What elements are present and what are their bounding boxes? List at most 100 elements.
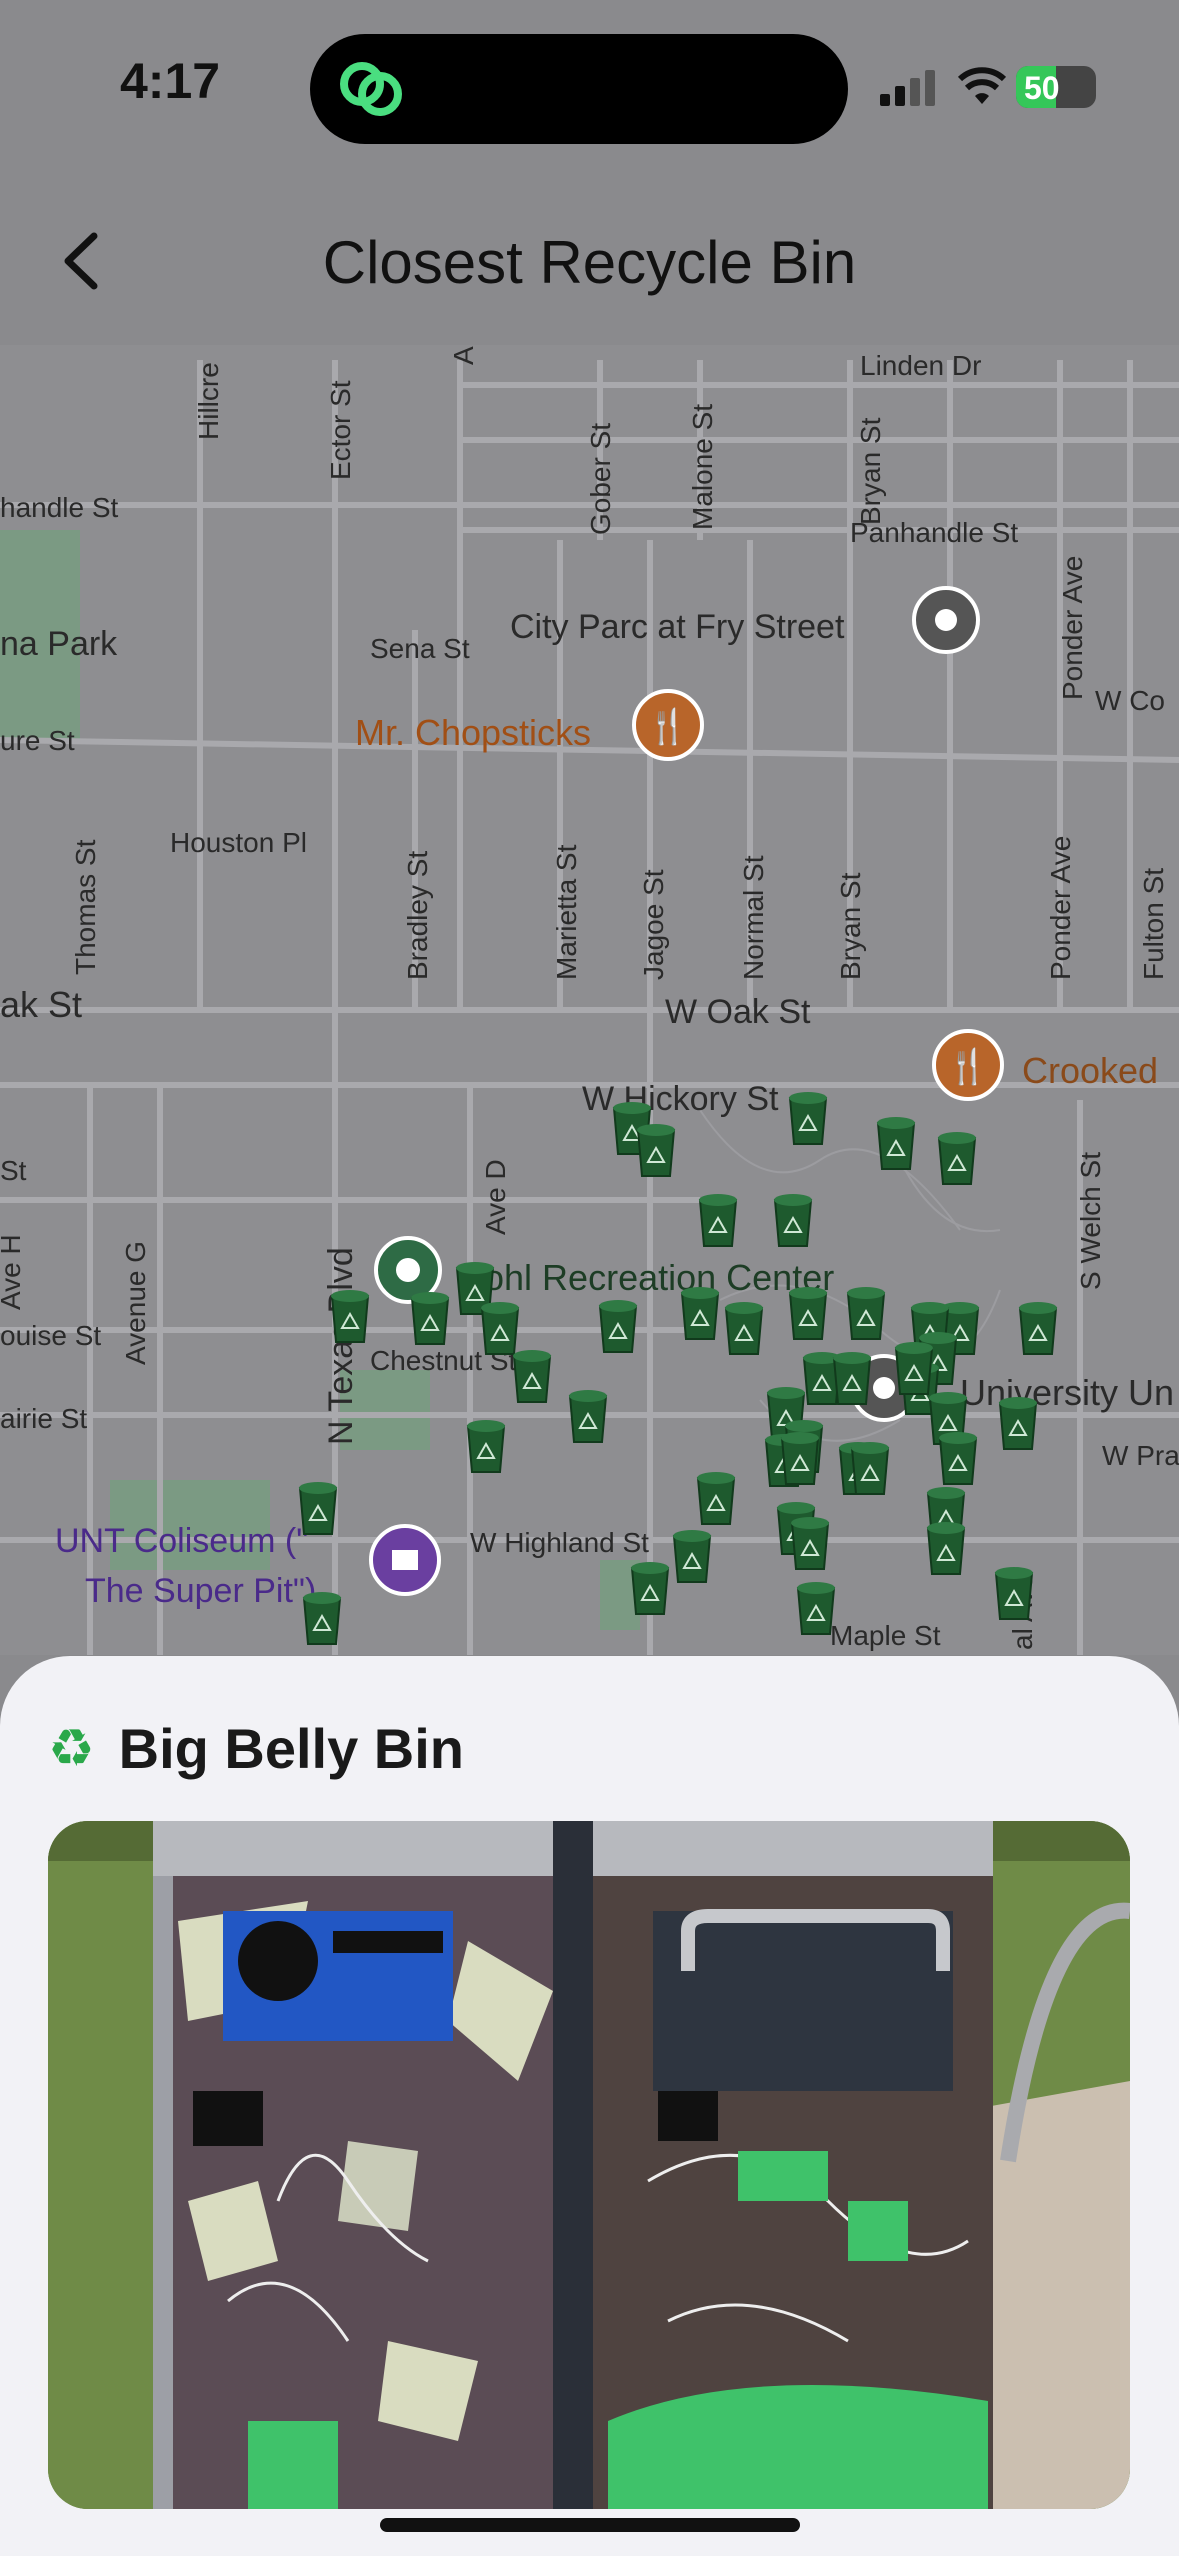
sheet-header: ♻ Big Belly Bin xyxy=(48,1716,464,1781)
street-label: Ponder Ave xyxy=(1045,836,1076,980)
recycle-bin-marker-icon[interactable] xyxy=(780,1432,820,1485)
page-title: Closest Recycle Bin xyxy=(322,229,857,296)
street-label: Bradley St xyxy=(402,851,433,980)
map-canvas: Linden Dr Hillcre Ector St A Gober St Ma… xyxy=(0,346,1179,1655)
svg-text:🍴: 🍴 xyxy=(647,707,689,747)
poi-label: Pohl Recreation Center xyxy=(460,1257,834,1298)
recycle-bin-marker-icon[interactable] xyxy=(1018,1302,1058,1355)
recycle-bin-marker-icon[interactable] xyxy=(998,1397,1038,1450)
poi-label: The Super Pit") xyxy=(85,1572,316,1610)
home-indicator[interactable] xyxy=(380,2518,800,2532)
street-label: ak St xyxy=(0,984,82,1025)
recycle-bin-marker-icon[interactable] xyxy=(298,1482,338,1535)
map-view[interactable]: Linden Dr Hillcre Ector St A Gober St Ma… xyxy=(0,345,1179,1655)
dynamic-island xyxy=(310,34,848,144)
status-bar: 4:17 50 xyxy=(0,0,1179,170)
street-label: Sena St xyxy=(370,633,470,664)
restaurant-pin-icon[interactable]: 🍴 xyxy=(632,689,704,761)
street-label: ure St xyxy=(0,725,75,756)
street-label: Hillcre xyxy=(193,362,224,440)
bin-title: Big Belly Bin xyxy=(118,1717,465,1780)
recycle-bin-marker-icon[interactable] xyxy=(832,1352,872,1405)
street-label: handle St xyxy=(0,492,119,523)
street-label: W Oak St xyxy=(665,993,811,1031)
street-label: Bryan St xyxy=(835,872,866,980)
street-label: W Co xyxy=(1095,685,1165,716)
restaurant-pin-icon[interactable]: 🍴 xyxy=(932,1029,1004,1101)
recycle-bin-marker-icon[interactable] xyxy=(876,1117,916,1170)
street-grid xyxy=(0,360,1179,1655)
recycle-bin-marker-icon[interactable] xyxy=(636,1124,676,1177)
recycle-bin-marker-icon[interactable] xyxy=(598,1300,638,1353)
street-label: W Highland St xyxy=(470,1527,649,1558)
street-label: Jagoe St xyxy=(638,869,669,980)
battery-percent: 50 xyxy=(1024,70,1060,106)
street-label: Thomas St xyxy=(70,839,101,975)
recycle-bin-marker-icon[interactable] xyxy=(846,1287,886,1340)
recycle-bin-marker-icon[interactable] xyxy=(994,1567,1034,1620)
recycle-bin-marker-icon[interactable] xyxy=(410,1292,450,1345)
recycle-bin-marker-icon[interactable] xyxy=(330,1290,370,1343)
street-label: W Pra xyxy=(1102,1440,1179,1471)
recycle-bin-marker-icon[interactable] xyxy=(672,1530,712,1583)
street-label: Gober St xyxy=(585,423,616,535)
park-label: na Park xyxy=(0,625,118,663)
street-label: N Texas Blvd xyxy=(322,1247,360,1445)
poi-label: Mr. Chopsticks xyxy=(355,712,591,753)
recycle-bin-marker-icon[interactable] xyxy=(926,1522,966,1575)
poi-label: Crooked xyxy=(1022,1050,1158,1091)
street-label: Panhandle St xyxy=(850,517,1018,548)
nav-bar: Closest Recycle Bin xyxy=(0,170,1179,345)
street-label: S Welch St xyxy=(1075,1152,1106,1290)
recycle-bin-marker-icon[interactable] xyxy=(302,1592,342,1645)
street-label: Ave D xyxy=(480,1159,511,1235)
street-label: Malone St xyxy=(687,404,718,530)
recycle-bin-marker-icon[interactable] xyxy=(850,1442,890,1495)
svg-text:🍴: 🍴 xyxy=(947,1047,989,1087)
street-label: ouise St xyxy=(0,1320,101,1351)
place-label: University Un xyxy=(960,1372,1174,1413)
wifi-icon xyxy=(957,67,1007,104)
recycle-bin-marker-icon[interactable] xyxy=(512,1350,552,1403)
battery-icon: 50 xyxy=(1016,66,1096,108)
recycle-bin-marker-icon[interactable] xyxy=(790,1517,830,1570)
street-label: Avenue G xyxy=(120,1241,151,1365)
recycle-bin-marker-icon[interactable] xyxy=(796,1582,836,1635)
status-time: 4:17 xyxy=(120,53,221,109)
street-label: Ponder Ave xyxy=(1057,556,1088,700)
link-icon xyxy=(340,62,402,116)
street-label: Maple St xyxy=(830,1620,941,1651)
street-label: Ave H xyxy=(0,1234,26,1310)
street-label: airie St xyxy=(0,1403,87,1434)
recycle-bin-marker-icon[interactable] xyxy=(630,1562,670,1615)
bottom-sheet[interactable]: ♻ Big Belly Bin xyxy=(0,1656,1179,2556)
street-label: Houston Pl xyxy=(170,827,307,858)
recycle-bin-marker-icon[interactable] xyxy=(773,1194,813,1247)
bin-photo xyxy=(48,1821,1130,2509)
street-label: St xyxy=(0,1155,27,1186)
recycle-icon: ♻ xyxy=(48,1719,95,1778)
place-label: City Parc at Fry Street xyxy=(510,608,845,646)
recycle-bin-marker-icon[interactable] xyxy=(937,1132,977,1185)
place-pin-icon[interactable] xyxy=(912,586,980,654)
recycle-bin-marker-icon[interactable] xyxy=(698,1194,738,1247)
recycle-bin-marker-icon[interactable] xyxy=(568,1390,608,1443)
street-label: A xyxy=(448,346,479,365)
recycle-bin-marker-icon[interactable] xyxy=(894,1342,934,1395)
recycle-bin-marker-icon[interactable] xyxy=(480,1302,520,1355)
cellular-signal-icon xyxy=(880,70,935,106)
street-label: W Hickory St xyxy=(582,1080,779,1118)
street-label: Linden Dr xyxy=(860,350,981,381)
street-label: Fulton St xyxy=(1138,868,1169,980)
recycle-bin-marker-icon[interactable] xyxy=(696,1472,736,1525)
recycle-bin-marker-icon[interactable] xyxy=(788,1092,828,1145)
street-label: Ector St xyxy=(325,380,356,480)
recycle-bin-marker-icon[interactable] xyxy=(680,1287,720,1340)
street-label: Marietta St xyxy=(551,844,582,980)
stadium-pin-icon[interactable] xyxy=(369,1524,441,1596)
poi-label: UNT Coliseum (" xyxy=(55,1522,308,1560)
recycle-bin-marker-icon[interactable] xyxy=(466,1420,506,1473)
recycle-bin-marker-icon[interactable] xyxy=(788,1287,828,1340)
recycle-bin-marker-icon[interactable] xyxy=(938,1432,978,1485)
recycle-bin-marker-icon[interactable] xyxy=(724,1302,764,1355)
